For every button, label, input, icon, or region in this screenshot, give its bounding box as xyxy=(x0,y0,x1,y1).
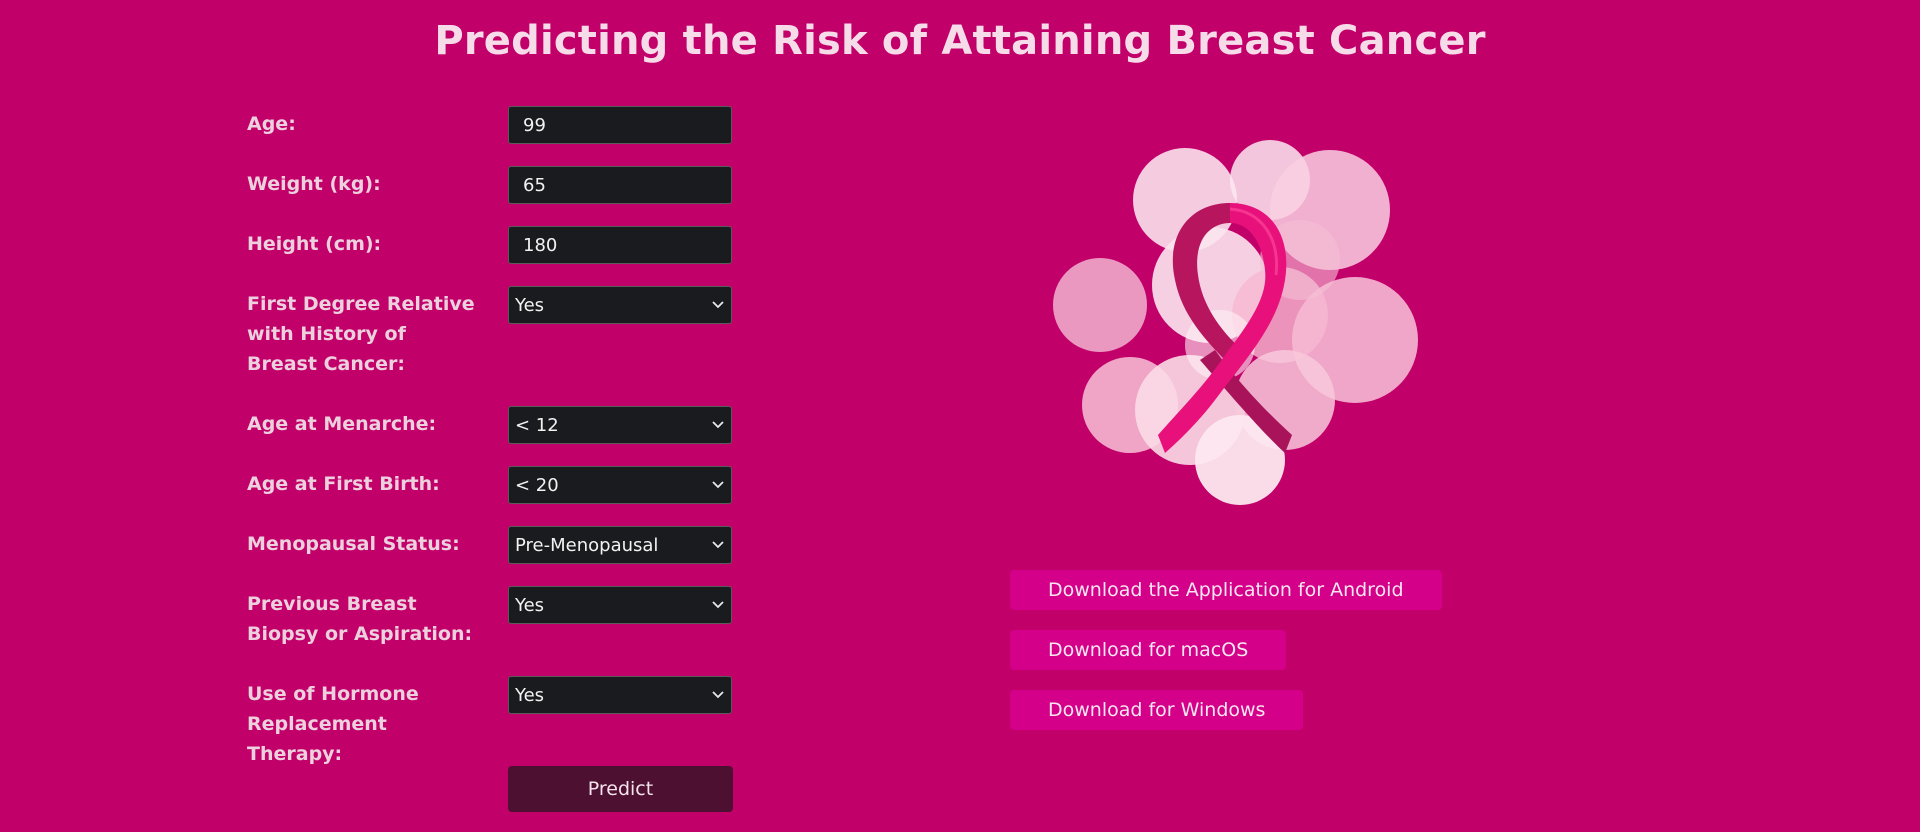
age-input[interactable] xyxy=(508,106,732,144)
family-history-label: First Degree Relative with History of Br… xyxy=(247,293,475,375)
page-title: Predicting the Risk of Attaining Breast … xyxy=(434,18,1486,64)
download-windows-button[interactable]: Download for Windows xyxy=(1010,690,1304,730)
first-birth-value: < 20 xyxy=(515,474,559,496)
chevron-down-icon xyxy=(711,418,725,432)
download-macos-button[interactable]: Download for macOS xyxy=(1010,630,1287,670)
chevron-down-icon xyxy=(711,538,725,552)
menarche-select[interactable]: < 12 xyxy=(508,406,732,444)
family-history-select[interactable]: Yes xyxy=(508,286,732,324)
height-input[interactable] xyxy=(508,226,732,264)
pink-ribbon-icon xyxy=(1053,140,1418,505)
menopause-value: Pre-Menopausal xyxy=(515,534,659,556)
chevron-down-icon xyxy=(711,598,725,612)
age-label: Age: xyxy=(247,113,296,135)
hrt-label: Use of Hormone Replacement Therapy: xyxy=(247,683,419,765)
first-birth-select[interactable]: < 20 xyxy=(508,466,732,504)
first-birth-label: Age at First Birth: xyxy=(247,473,440,495)
predict-button[interactable]: Predict xyxy=(508,766,733,812)
weight-label: Weight (kg): xyxy=(247,173,381,195)
family-history-value: Yes xyxy=(515,294,545,316)
menopause-select[interactable]: Pre-Menopausal xyxy=(508,526,732,564)
chevron-down-icon xyxy=(711,478,725,492)
bubble xyxy=(1053,258,1147,352)
chevron-down-icon xyxy=(711,298,725,312)
page: Predicting the Risk of Attaining Breast … xyxy=(0,0,1920,832)
weight-input[interactable] xyxy=(508,166,732,204)
hrt-value: Yes xyxy=(515,684,545,706)
hrt-select[interactable]: Yes xyxy=(508,676,732,714)
download-android-button[interactable]: Download the Application for Android xyxy=(1010,570,1442,610)
menarche-value: < 12 xyxy=(515,414,559,436)
menopause-label: Menopausal Status: xyxy=(247,533,460,555)
biopsy-select[interactable]: Yes xyxy=(508,586,732,624)
menarche-label: Age at Menarche: xyxy=(247,413,437,435)
biopsy-label: Previous Breast Biopsy or Aspiration: xyxy=(247,593,473,645)
height-label: Height (cm): xyxy=(247,233,382,255)
chevron-down-icon xyxy=(711,688,725,702)
biopsy-value: Yes xyxy=(515,594,545,616)
